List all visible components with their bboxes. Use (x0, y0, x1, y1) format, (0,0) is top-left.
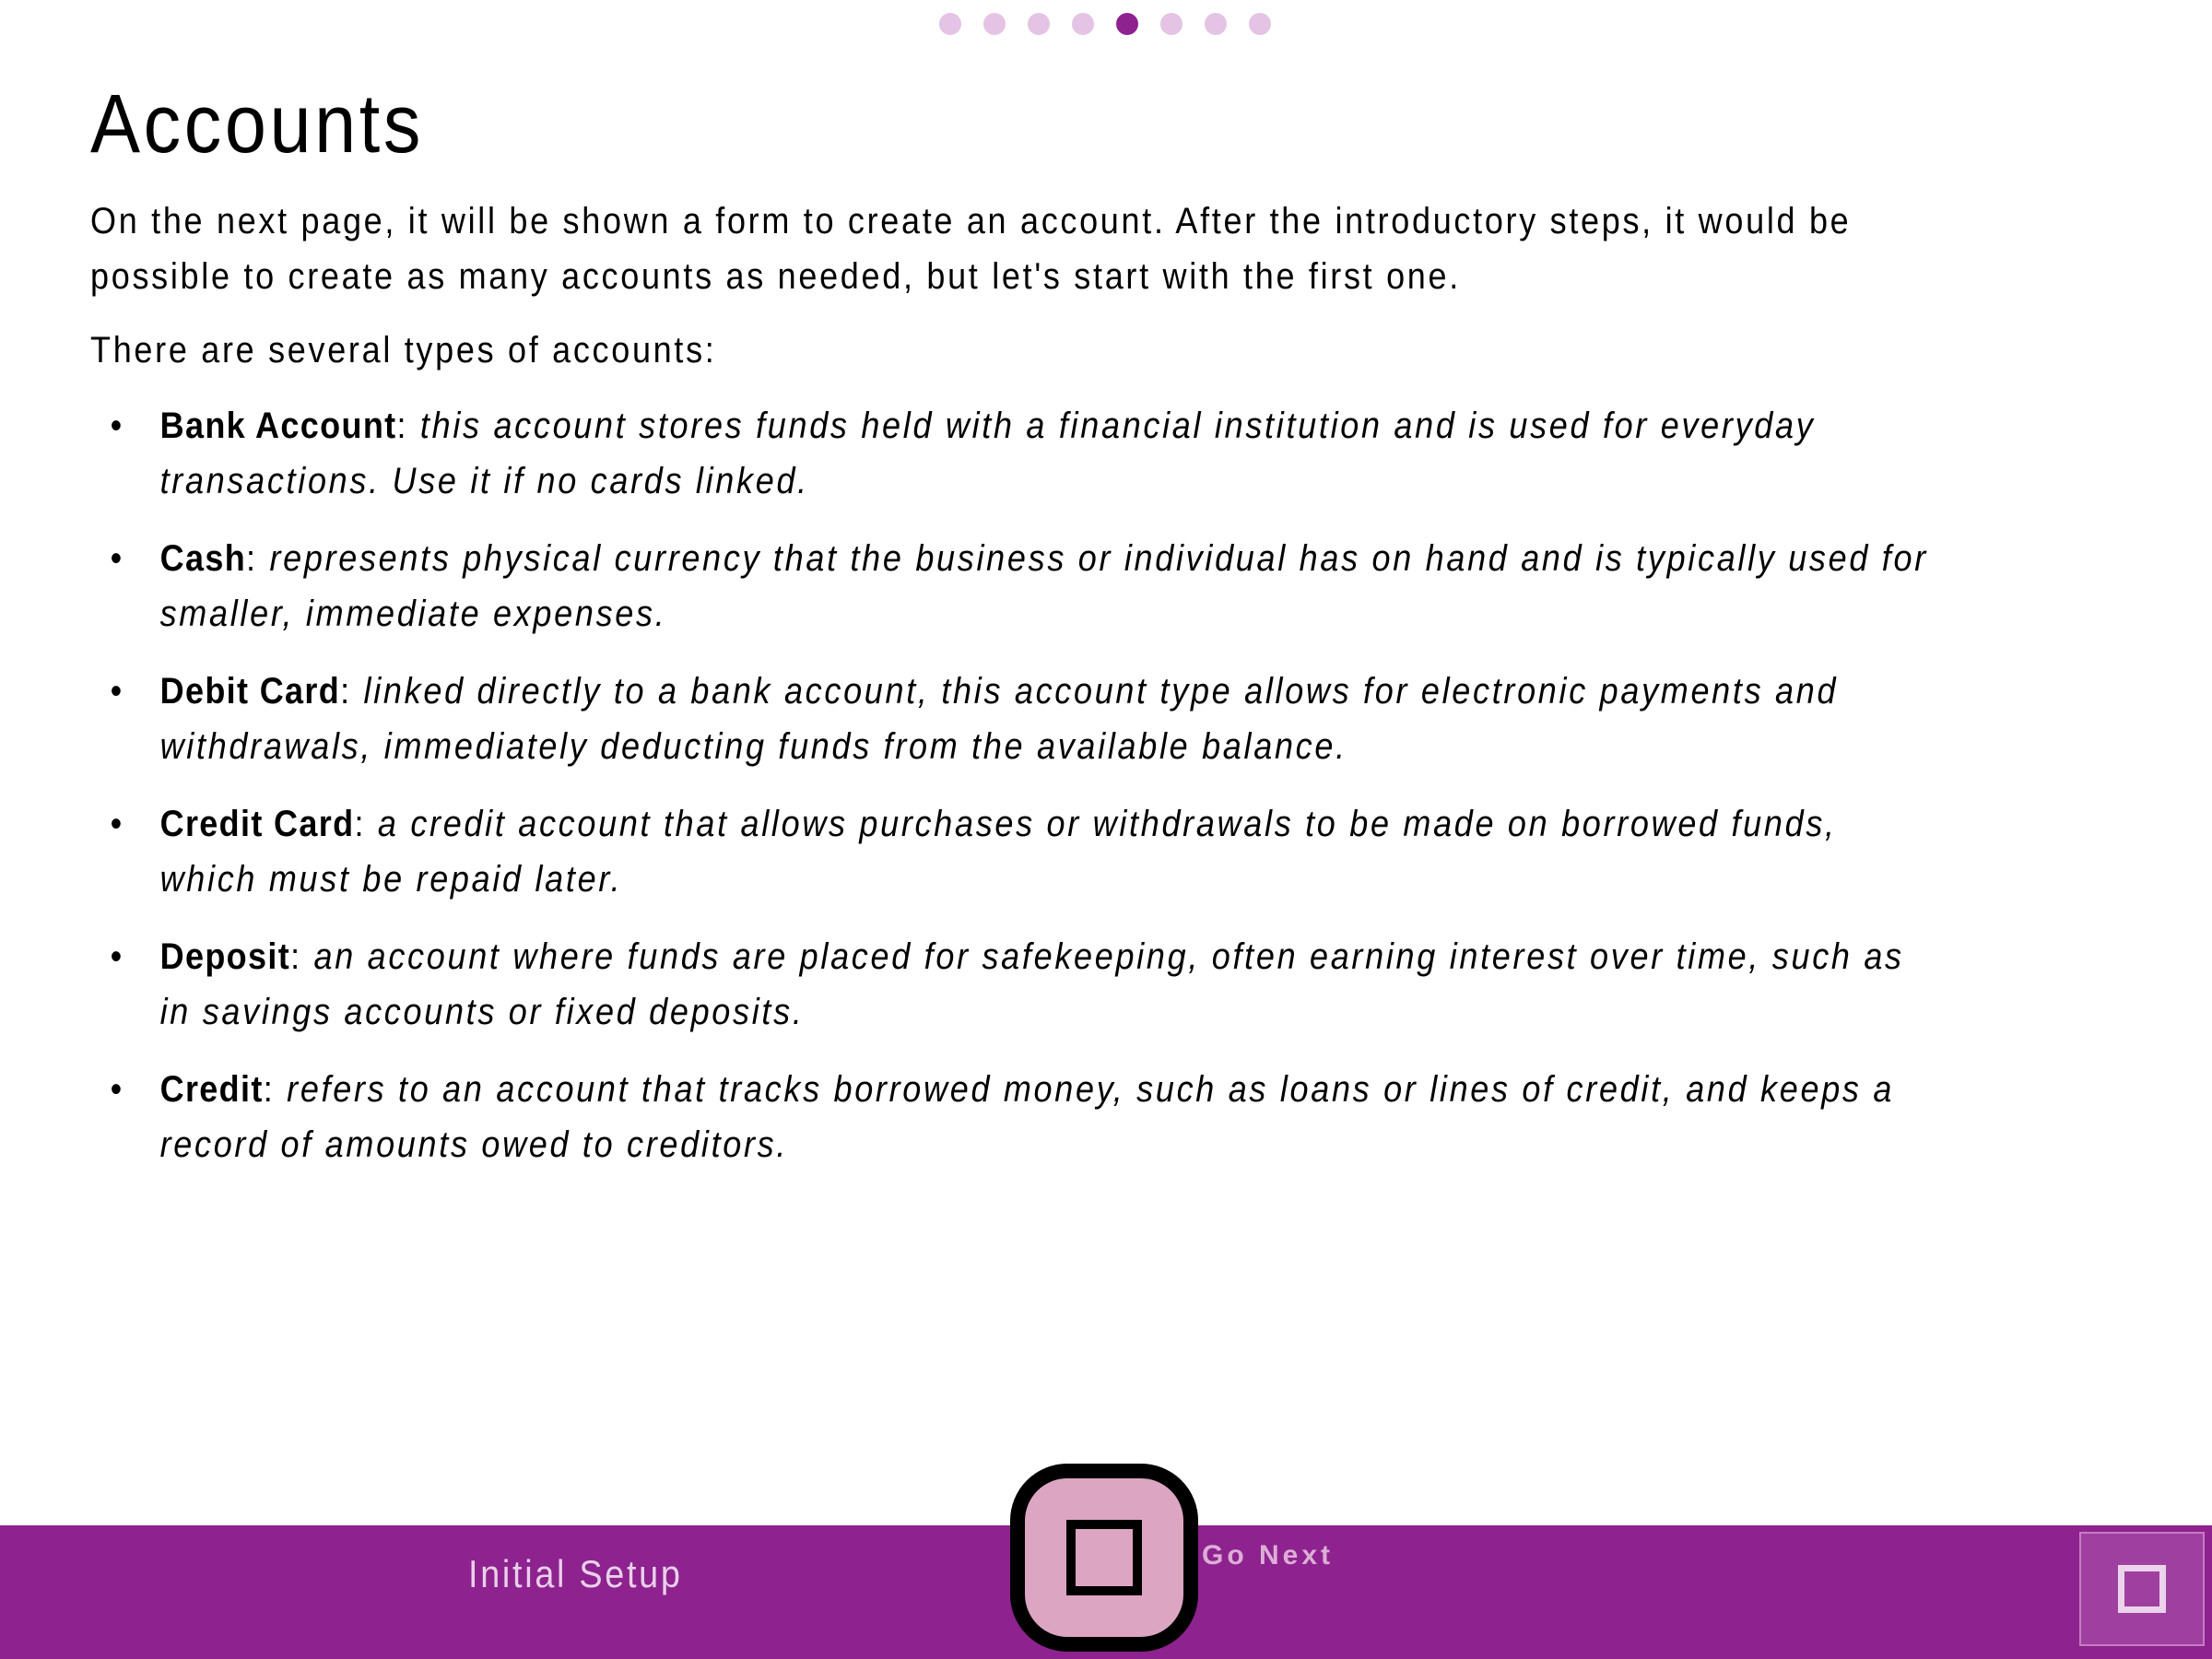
account-type-term: Debit Card (159, 671, 341, 712)
account-type-description: linked directly to a bank account, this … (159, 671, 1839, 767)
page-dot[interactable] (1028, 13, 1050, 35)
square-icon (2118, 1565, 2166, 1613)
bullet: • (110, 1069, 124, 1110)
corner-button[interactable] (2079, 1532, 2205, 1646)
bullet: • (110, 538, 124, 579)
page-indicator (939, 13, 1271, 35)
account-type-term: Deposit (159, 936, 291, 977)
footer-title: Initial Setup (468, 1552, 683, 1595)
types-heading: There are several types of accounts: (90, 330, 717, 371)
account-type-description: a credit account that allows purchases o… (159, 804, 1837, 900)
list-item: • Debit Card: linked directly to a bank a… (90, 664, 1932, 774)
bullet: • (110, 406, 124, 446)
square-icon (1066, 1520, 1142, 1595)
account-type-description: represents physical currency that the bu… (159, 538, 1928, 634)
page-dot[interactable] (1160, 13, 1182, 35)
page-dot[interactable] (1205, 13, 1227, 35)
account-type-description: an account where funds are placed for sa… (159, 936, 1904, 1032)
account-type-term: Credit (159, 1069, 264, 1110)
page-dot[interactable] (939, 13, 961, 35)
list-item: • Deposit: an account where funds are pla… (90, 929, 1932, 1040)
account-type-term: Cash (159, 538, 247, 579)
page-dot[interactable] (1249, 13, 1271, 35)
page-dot-active[interactable] (1116, 13, 1138, 35)
page-title: Accounts (90, 78, 424, 171)
intro-paragraph: On the next page, it will be shown a for… (90, 201, 1852, 297)
account-type-description: this account stores funds held with a fi… (159, 406, 1816, 501)
go-next-button[interactable] (1010, 1464, 1198, 1652)
account-type-term: Credit Card (159, 804, 355, 844)
page-dot[interactable] (983, 13, 1006, 35)
list-item: • Credit: refers to an account that track… (90, 1062, 1932, 1172)
account-type-description: refers to an account that tracks borrowe… (159, 1069, 1895, 1165)
account-type-term: Bank Account (159, 406, 397, 446)
page-dot[interactable] (1072, 13, 1094, 35)
account-types-list: • Bank Account: this account stores funds… (90, 398, 1932, 1172)
main-content: Accounts On the next page, it will be sh… (90, 74, 2136, 1194)
list-item: • Bank Account: this account stores funds… (90, 398, 1932, 509)
go-next-label[interactable]: Go Next (1202, 1540, 1334, 1571)
bullet: • (110, 804, 124, 844)
bullet: • (110, 671, 124, 712)
list-item: • Credit Card: a credit account that allo… (90, 796, 1932, 907)
list-item: • Cash: represents physical currency that… (90, 531, 1932, 641)
bullet: • (110, 936, 124, 977)
